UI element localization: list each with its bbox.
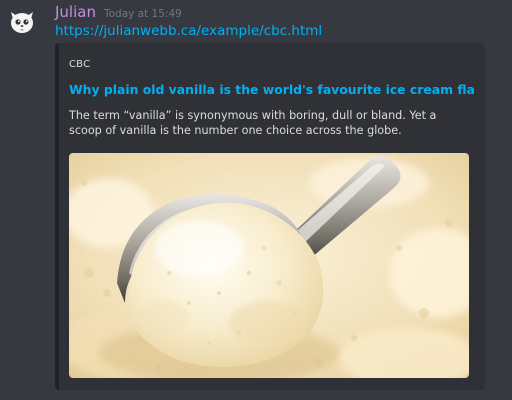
chat-message: Julian Today at 15:49 https://julianwebb… (0, 0, 512, 400)
embed-description: The term “vanilla” is synonymous with bo… (69, 109, 437, 137)
embed-image[interactable] (69, 153, 469, 378)
ice-cream-photo-icon (69, 153, 469, 378)
user-avatar[interactable] (6, 6, 38, 38)
message-timestamp: Today at 15:49 (103, 8, 182, 20)
username[interactable]: Julian (55, 3, 96, 21)
link-embed: CBC Why plain old vanilla is the world's… (55, 43, 485, 390)
embed-title[interactable]: Why plain old vanilla is the world's fav… (69, 82, 475, 97)
message-header: Julian Today at 15:49 (55, 3, 182, 21)
embed-provider[interactable]: CBC (69, 59, 90, 70)
message-link[interactable]: https://julianwebb.ca/example/cbc.html (55, 23, 322, 39)
